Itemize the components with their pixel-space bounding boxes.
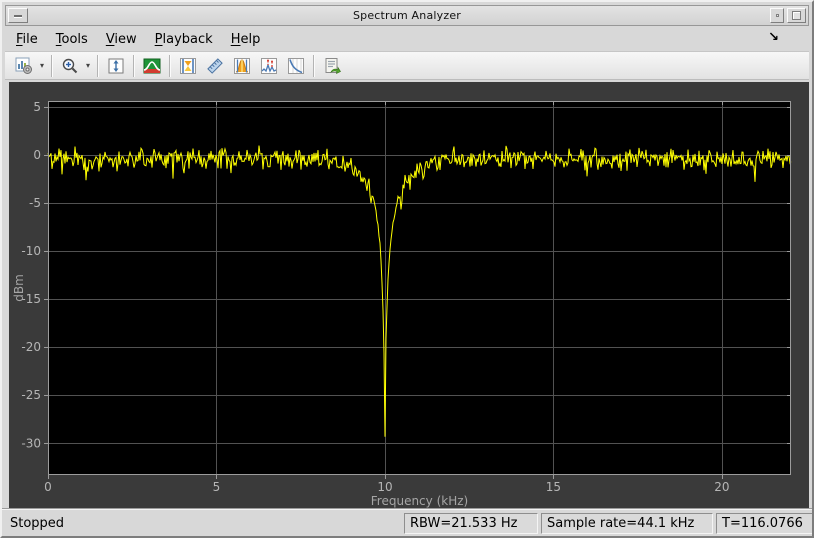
menu-item-file[interactable]: File bbox=[16, 32, 38, 47]
x-tick-label: 0 bbox=[44, 480, 52, 494]
maximize-button[interactable] bbox=[787, 8, 806, 23]
statusbar: Stopped RBW=21.533 Hz Sample rate=44.1 k… bbox=[2, 508, 812, 536]
toolbar-separator bbox=[51, 54, 52, 77]
autoscale-axes-button[interactable] bbox=[102, 53, 129, 78]
rbw-panel: RBW=21.533 Hz bbox=[404, 513, 538, 534]
cursor-measurements-icon bbox=[179, 57, 196, 74]
x-tick-labels: 0 5 10 15 20 bbox=[44, 480, 729, 494]
toolbar-separator bbox=[313, 54, 314, 77]
x-tick-label: 5 bbox=[213, 480, 221, 494]
peak-finder-button[interactable] bbox=[255, 53, 282, 78]
y-tick-label: -30 bbox=[21, 436, 41, 450]
y-tick-label: -5 bbox=[29, 196, 41, 210]
y-tick-label: 5 bbox=[33, 100, 41, 114]
minimize-icon bbox=[775, 14, 779, 17]
peak-finder-icon bbox=[260, 57, 277, 74]
x-tick-label: 10 bbox=[377, 480, 392, 494]
generate-script-button[interactable] bbox=[318, 53, 345, 78]
configuration-dropdown-arrow[interactable]: ▾ bbox=[37, 53, 47, 78]
spectrum-plot[interactable]: 0 5 10 15 20 50-5-10-15-20-25-30 Frequency (… bbox=[9, 82, 809, 508]
configuration-icon bbox=[15, 57, 32, 74]
y-tick-label: -25 bbox=[21, 388, 41, 402]
time-panel: T=116.0766 bbox=[716, 513, 812, 534]
channel-measurements-button[interactable] bbox=[228, 53, 255, 78]
toolbar-separator bbox=[169, 54, 170, 77]
y-tick-label: -20 bbox=[21, 340, 41, 354]
toolbar: ▾ ▾ bbox=[5, 51, 809, 80]
ccdf-measurements-button[interactable] bbox=[282, 53, 309, 78]
x-tick-label: 20 bbox=[714, 480, 729, 494]
status-text: Stopped bbox=[10, 516, 65, 531]
generate-script-icon bbox=[325, 57, 341, 74]
titlebar: Spectrum Analyzer bbox=[5, 5, 809, 26]
cursor-measurements-button[interactable] bbox=[174, 53, 201, 78]
menu-item-view[interactable]: View bbox=[106, 32, 137, 47]
menu-item-playback[interactable]: Playback bbox=[155, 32, 213, 47]
toolbar-separator bbox=[97, 54, 98, 77]
x-axis-label: Frequency (kHz) bbox=[371, 494, 468, 508]
y-tick-label: 0 bbox=[33, 148, 41, 162]
channel-measurements-icon bbox=[233, 57, 250, 74]
y-tick-label: -10 bbox=[21, 244, 41, 258]
y-axis-label: dBm bbox=[12, 274, 26, 302]
spectrum-analyzer-window: Spectrum Analyzer File Tools View Playback H… bbox=[0, 0, 814, 538]
configuration-button[interactable] bbox=[10, 53, 37, 78]
window-title: Spectrum Analyzer bbox=[352, 9, 462, 22]
menubar: File Tools View Playback Help ↘ bbox=[5, 28, 809, 50]
spectrum-settings-icon bbox=[143, 58, 160, 73]
x-tick-label: 15 bbox=[546, 480, 561, 494]
spectrum-settings-button[interactable] bbox=[138, 53, 165, 78]
menu-item-help[interactable]: Help bbox=[231, 32, 261, 47]
figure-panel: 0 5 10 15 20 5 0 -5 -10 -15 -20 -25 -30 Frequency (… bbox=[9, 82, 809, 508]
ruler-measurements-icon bbox=[206, 57, 223, 74]
zoom-in-button[interactable] bbox=[56, 53, 83, 78]
maximize-icon bbox=[792, 11, 801, 20]
toolbar-separator bbox=[133, 54, 134, 77]
zoom-in-icon bbox=[62, 58, 77, 73]
ccdf-measurements-icon bbox=[287, 57, 304, 74]
menu-item-tools[interactable]: Tools bbox=[56, 32, 88, 47]
zoom-dropdown-arrow[interactable]: ▾ bbox=[83, 53, 93, 78]
ruler-measurements-button[interactable] bbox=[201, 53, 228, 78]
sample-rate-panel: Sample rate=44.1 kHz bbox=[541, 513, 713, 534]
minimize-button[interactable] bbox=[770, 8, 784, 23]
autoscale-axes-icon bbox=[108, 58, 123, 73]
dock-icon[interactable]: ↘ bbox=[768, 30, 779, 46]
